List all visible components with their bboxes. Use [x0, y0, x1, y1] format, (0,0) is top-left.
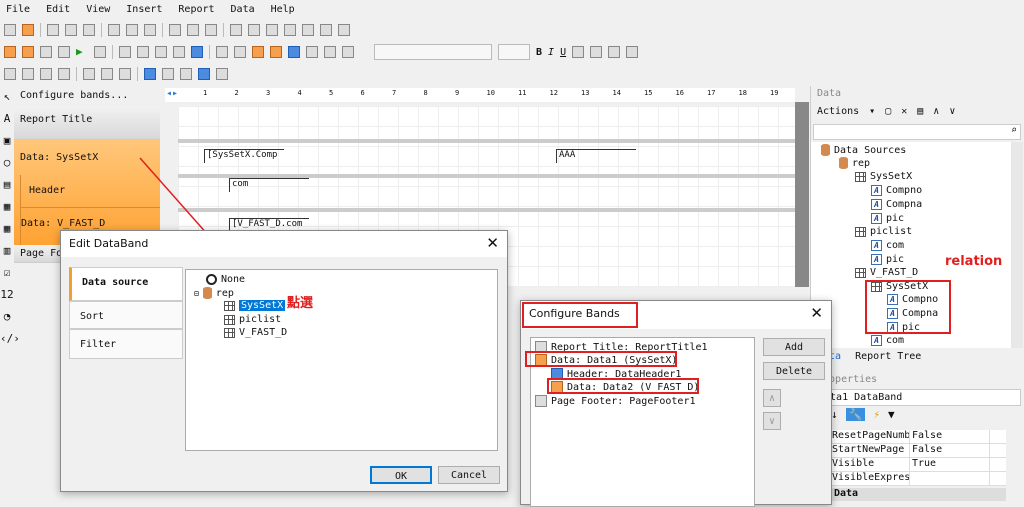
table-icon: [224, 300, 235, 311]
annotation-box: [525, 351, 677, 367]
tree-syssetx-selected[interactable]: SysSetX: [239, 300, 286, 311]
move-up-button[interactable]: ∧: [763, 389, 781, 407]
annotation-box: [522, 302, 638, 328]
page-footer-icon: [535, 395, 547, 407]
database-icon: [202, 287, 212, 299]
select-annotation: 點選: [287, 296, 314, 311]
tree-rep[interactable]: rep: [216, 288, 234, 299]
tab-sort[interactable]: Sort: [69, 301, 183, 329]
annotation-box: [547, 378, 699, 394]
dialog-title-text: Edit DataBand: [69, 237, 149, 250]
dialog-title: Edit DataBand ✕: [61, 231, 507, 257]
delete-button[interactable]: Delete: [763, 362, 825, 380]
none-icon: [206, 274, 217, 285]
add-button[interactable]: Add: [763, 338, 825, 356]
edit-databand-dialog: Edit DataBand ✕ Data source Sort Filter N…: [60, 230, 508, 492]
datasource-tree: None ⊟ rep SysSetX piclist V_FAST_D 點選: [185, 269, 498, 451]
ok-button[interactable]: OK: [370, 466, 432, 484]
tab-filter[interactable]: Filter: [69, 329, 183, 359]
tree-vfastd[interactable]: V_FAST_D: [239, 327, 287, 338]
close-icon[interactable]: ✕: [486, 234, 499, 252]
configure-bands-dialog: Configure Bands ✕ Report Title: ReportTit…: [520, 300, 832, 507]
table-icon: [224, 314, 235, 325]
bands-list: Report Title: ReportTitle1 Data: Data1 (…: [525, 337, 755, 507]
band-item[interactable]: Page Footer: PageFooter1: [551, 396, 696, 407]
tree-none[interactable]: None: [221, 274, 245, 285]
close-icon[interactable]: ✕: [810, 304, 823, 322]
table-icon: [224, 327, 235, 338]
tree-piclist[interactable]: piclist: [239, 314, 281, 325]
collapse-icon[interactable]: ⊟: [194, 289, 199, 298]
tab-data-source[interactable]: Data source: [69, 267, 183, 301]
cancel-button[interactable]: Cancel: [438, 466, 500, 484]
move-down-button[interactable]: ∨: [763, 412, 781, 430]
